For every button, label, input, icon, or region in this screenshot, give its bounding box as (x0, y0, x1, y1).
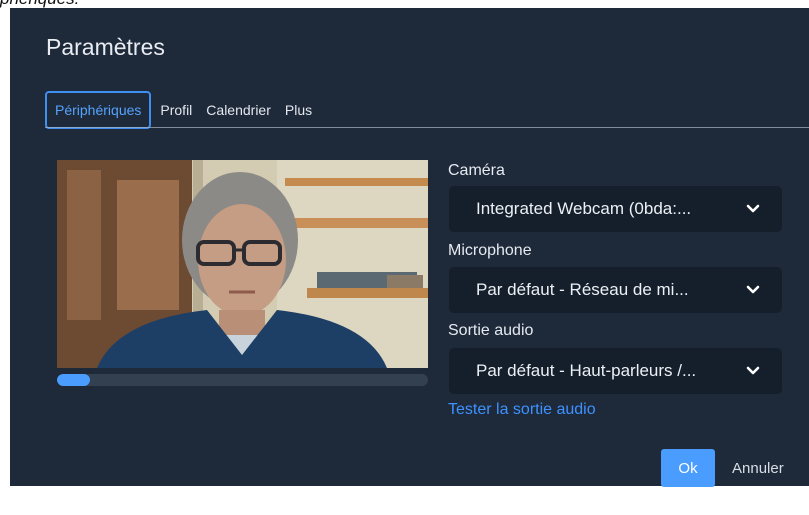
camera-label: Caméra (448, 162, 505, 179)
audio-level-fill (57, 374, 91, 386)
camera-preview (57, 160, 428, 368)
audio-level-meter (57, 374, 428, 386)
audio-output-select[interactable]: Par défaut - Haut-parleurs /... (449, 348, 782, 394)
chevron-down-icon (746, 204, 760, 214)
camera-select[interactable]: Integrated Webcam (0bda:... (449, 186, 782, 232)
audio-output-label: Sortie audio (448, 322, 534, 339)
caption-text: phériques. (0, 0, 79, 8)
tab-divider (45, 127, 809, 128)
microphone-label: Microphone (448, 242, 532, 259)
camera-select-value: Integrated Webcam (0bda:... (476, 199, 692, 218)
tab-more[interactable]: Plus (280, 91, 317, 129)
tab-profile[interactable]: Profil (155, 91, 197, 129)
chevron-down-icon (746, 366, 760, 376)
tab-peripherals[interactable]: Périphériques (45, 91, 152, 129)
test-audio-output-link[interactable]: Tester la sortie audio (448, 401, 596, 419)
page-caption-fragment: phériques. (0, 0, 809, 8)
cancel-button[interactable]: Annuler (732, 449, 784, 487)
tab-bar: Périphériques Profil Calendrier Plus (45, 91, 321, 129)
microphone-select[interactable]: Par défaut - Réseau de mi... (449, 267, 782, 313)
ok-button[interactable]: Ok (661, 449, 715, 487)
microphone-select-value: Par défaut - Réseau de mi... (476, 280, 689, 299)
audio-output-select-value: Par défaut - Haut-parleurs /... (476, 361, 697, 380)
settings-dialog: Paramètres Périphériques Profil Calendri… (10, 8, 809, 487)
dialog-title: Paramètres (46, 34, 165, 60)
tab-calendar[interactable]: Calendrier (201, 91, 276, 129)
camera-preview-image (57, 160, 428, 368)
chevron-down-icon (746, 285, 760, 295)
